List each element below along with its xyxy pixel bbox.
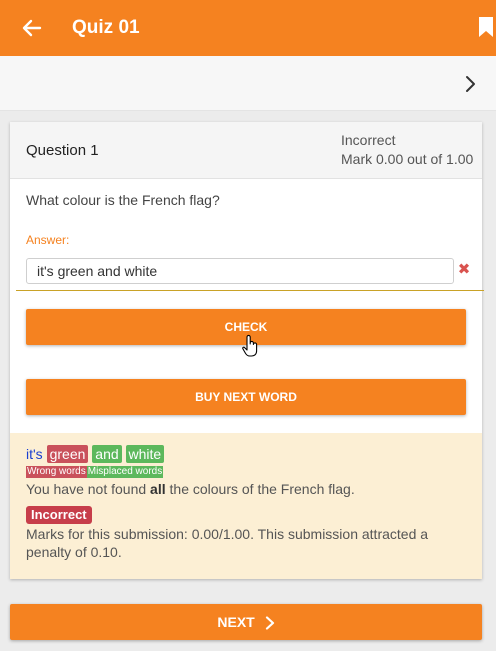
token-legend: Wrong words Misplaced words xyxy=(26,466,164,478)
submission-marks: Marks for this submission: 0.00/1.00. Th… xyxy=(26,526,429,560)
chevron-right-icon xyxy=(265,616,274,630)
token-misplaced: white xyxy=(125,445,165,463)
feedback-panel: it's green and white Wrong words Misplace… xyxy=(10,433,482,579)
question-card: Question 1 Incorrect Mark 0.00 out of 1.… xyxy=(10,122,484,579)
feedback-message: You have not found all the colours of th… xyxy=(26,481,355,497)
next-button[interactable]: NEXT xyxy=(10,604,482,640)
buy-next-word-button[interactable]: BUY NEXT WORD xyxy=(26,379,466,415)
legend-misplaced-words: Misplaced words xyxy=(86,466,164,478)
question-status: Incorrect Mark 0.00 out of 1.00 xyxy=(341,131,473,169)
question-mark: Mark 0.00 out of 1.00 xyxy=(341,151,474,167)
token-plain: it's xyxy=(26,446,43,462)
chevron-right-icon[interactable] xyxy=(462,74,478,94)
answer-label: Answer: xyxy=(26,233,70,247)
token-misplaced: and xyxy=(92,445,122,463)
incorrect-x-icon: ✖ xyxy=(457,261,471,278)
hand-cursor-icon xyxy=(242,334,258,357)
question-header: Question 1 Incorrect Mark 0.00 out of 1.… xyxy=(10,122,482,179)
feedback-message-post: the colours of the French flag. xyxy=(165,481,355,497)
question-title: Question 1 xyxy=(26,142,99,159)
page-title: Quiz 01 xyxy=(72,17,140,38)
next-label: NEXT xyxy=(217,614,255,630)
feedback-message-pre: You have not found xyxy=(26,481,151,497)
answer-input[interactable]: it's green and white xyxy=(26,258,454,284)
legend-wrong-words: Wrong words xyxy=(26,466,87,478)
answer-tokens: it's green and white xyxy=(26,445,165,463)
divider xyxy=(16,290,484,291)
incorrect-badge: Incorrect xyxy=(26,506,92,524)
token-wrong: green xyxy=(46,445,89,463)
question-state: Incorrect xyxy=(341,132,396,148)
question-text: What colour is the French flag? xyxy=(26,192,220,208)
feedback-message-bold: all xyxy=(150,481,166,497)
arrow-left-icon xyxy=(22,19,42,37)
app-header: Quiz 01 xyxy=(0,0,496,56)
back-button[interactable] xyxy=(18,14,46,42)
question-navigation-bar xyxy=(0,56,496,111)
bookmark-icon[interactable] xyxy=(478,16,494,38)
